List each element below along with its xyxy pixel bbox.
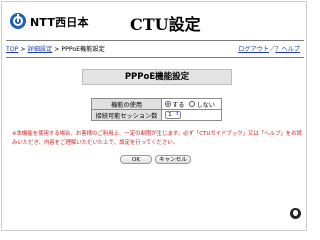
ok-button[interactable]: OK [120, 155, 152, 164]
header-divider [6, 40, 304, 41]
settings-table: 機能の使用 する しない 接続可能セッション数 1 ⇕ [90, 98, 222, 121]
breadcrumb-advanced-link[interactable]: 詳細設定 [28, 46, 53, 53]
radio-disable[interactable] [189, 101, 196, 107]
chevron-updown-icon: ⇕ [175, 112, 180, 117]
function-radio-group: する しない [161, 98, 222, 110]
radio-enable-label[interactable]: する [172, 102, 184, 109]
table-row: 接続可能セッション数 1 ⇕ [90, 109, 222, 121]
setting-label-sessions: 接続可能セッション数 [90, 109, 163, 121]
sessions-cell: 1 ⇕ [161, 109, 222, 121]
logout-link[interactable]: ログアウト [238, 46, 269, 53]
cancel-button[interactable]: キャンセル [155, 155, 191, 164]
apple-logo-icon [290, 208, 301, 219]
radio-enable[interactable] [165, 101, 172, 107]
page-frame: NTT西日本 CTU設定 TOP > 詳細設定 > PPPoE機能設定 ログアウ… [1, 1, 307, 231]
ntt-logo-icon [10, 13, 26, 29]
page-title: CTU設定 [130, 15, 201, 34]
warning-note: ※本機能を使用する場合、お客様のご利用上、一定の制限が生じます。必ず「CTUガイ… [12, 131, 302, 146]
breadcrumb-current: > PPPoE機能設定 [52, 46, 105, 53]
brand-name: NTT西日本 [30, 16, 89, 29]
help-link[interactable]: ？ヘルプ [275, 46, 300, 53]
session-count-select[interactable]: 1 ⇕ [165, 111, 182, 119]
section-title: PPPoE機能設定 [82, 69, 232, 85]
breadcrumb-separator: > [18, 46, 28, 53]
radio-disable-label[interactable]: しない [196, 102, 215, 109]
setting-label-function: 機能の使用 [90, 98, 163, 110]
breadcrumb-top-link[interactable]: TOP [6, 46, 18, 53]
nav-divider [6, 57, 304, 58]
table-row: 機能の使用 する しない [90, 98, 222, 110]
breadcrumb: TOP > 詳細設定 > PPPoE機能設定 [6, 44, 105, 53]
session-count-value: 1 [168, 112, 172, 118]
nav-actions: ログアウト／？ヘルプ [238, 44, 300, 53]
